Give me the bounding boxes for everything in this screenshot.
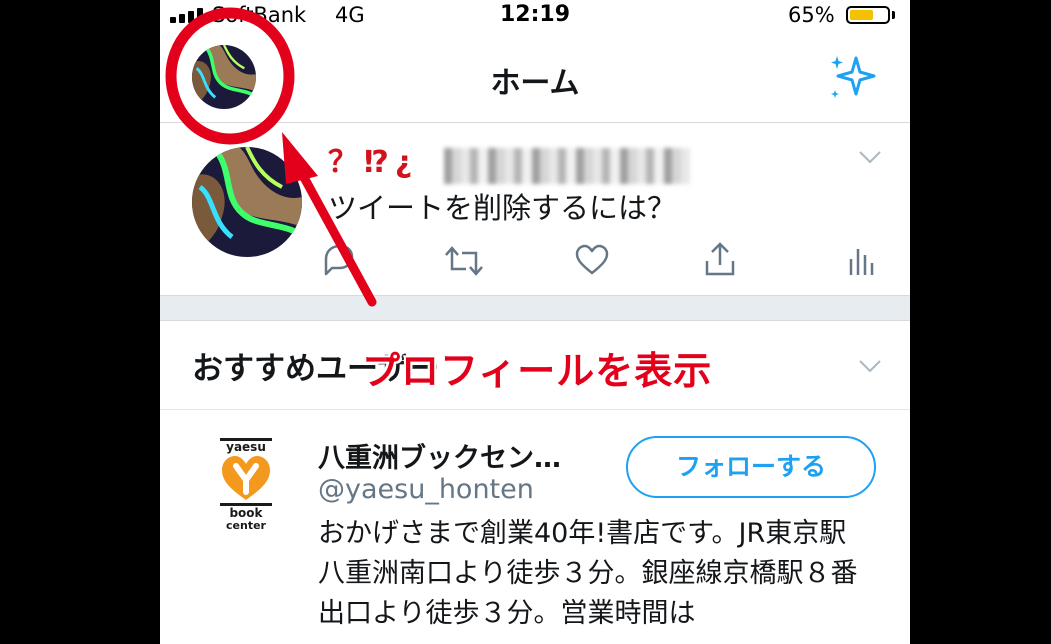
tweet-author-name: ？⁉¿ [328,145,419,180]
retweet-icon[interactable] [444,245,484,277]
sparkle-icon[interactable] [826,54,880,102]
tweet-text: ツイートを削除するには？ [328,191,677,225]
battery-percentage: 65% [788,3,835,27]
recommended-account[interactable]: yaesu book center 八重洲ブックセン… @yaesu_honte… [160,410,910,644]
tweet-card[interactable]: ？⁉¿ ツイートを削除するには？ [160,123,910,295]
chevron-down-icon[interactable] [858,358,882,374]
account-handle: @yaesu_honten [318,474,534,505]
top-navigation-bar: ホーム [160,30,910,123]
logo-text-center: center [226,519,267,532]
battery-icon [846,6,890,24]
account-bio: おかげさまで創業40年!書店です。JR東京駅八重洲南口より徒歩３分。銀座線京橋駅… [318,518,858,629]
logo-text-book: book [229,506,263,520]
share-icon[interactable] [704,241,736,277]
battery-fill [850,10,873,20]
section-divider [160,295,910,321]
battery-tip [892,11,895,19]
annotation-label: プロフィールを表示 [362,349,713,393]
logo-text-top: yaesu [226,440,266,454]
follow-button[interactable]: フォローする [626,436,876,498]
redacted-username [444,148,690,184]
phone-screen: SoftBank 4G 12:19 65% ホーム ？⁉¿ ツイートを削除するに… [160,0,910,644]
tweet-actions [160,239,910,283]
chevron-down-icon[interactable] [858,149,882,165]
status-bar: SoftBank 4G 12:19 65% [160,0,910,30]
like-icon[interactable] [574,244,610,276]
yaesu-book-center-logo: yaesu book center [220,438,272,532]
account-name[interactable]: 八重洲ブックセン… [318,436,561,475]
page-title: ホーム [490,66,580,101]
analytics-icon[interactable] [848,245,874,277]
reply-icon[interactable] [320,243,356,277]
